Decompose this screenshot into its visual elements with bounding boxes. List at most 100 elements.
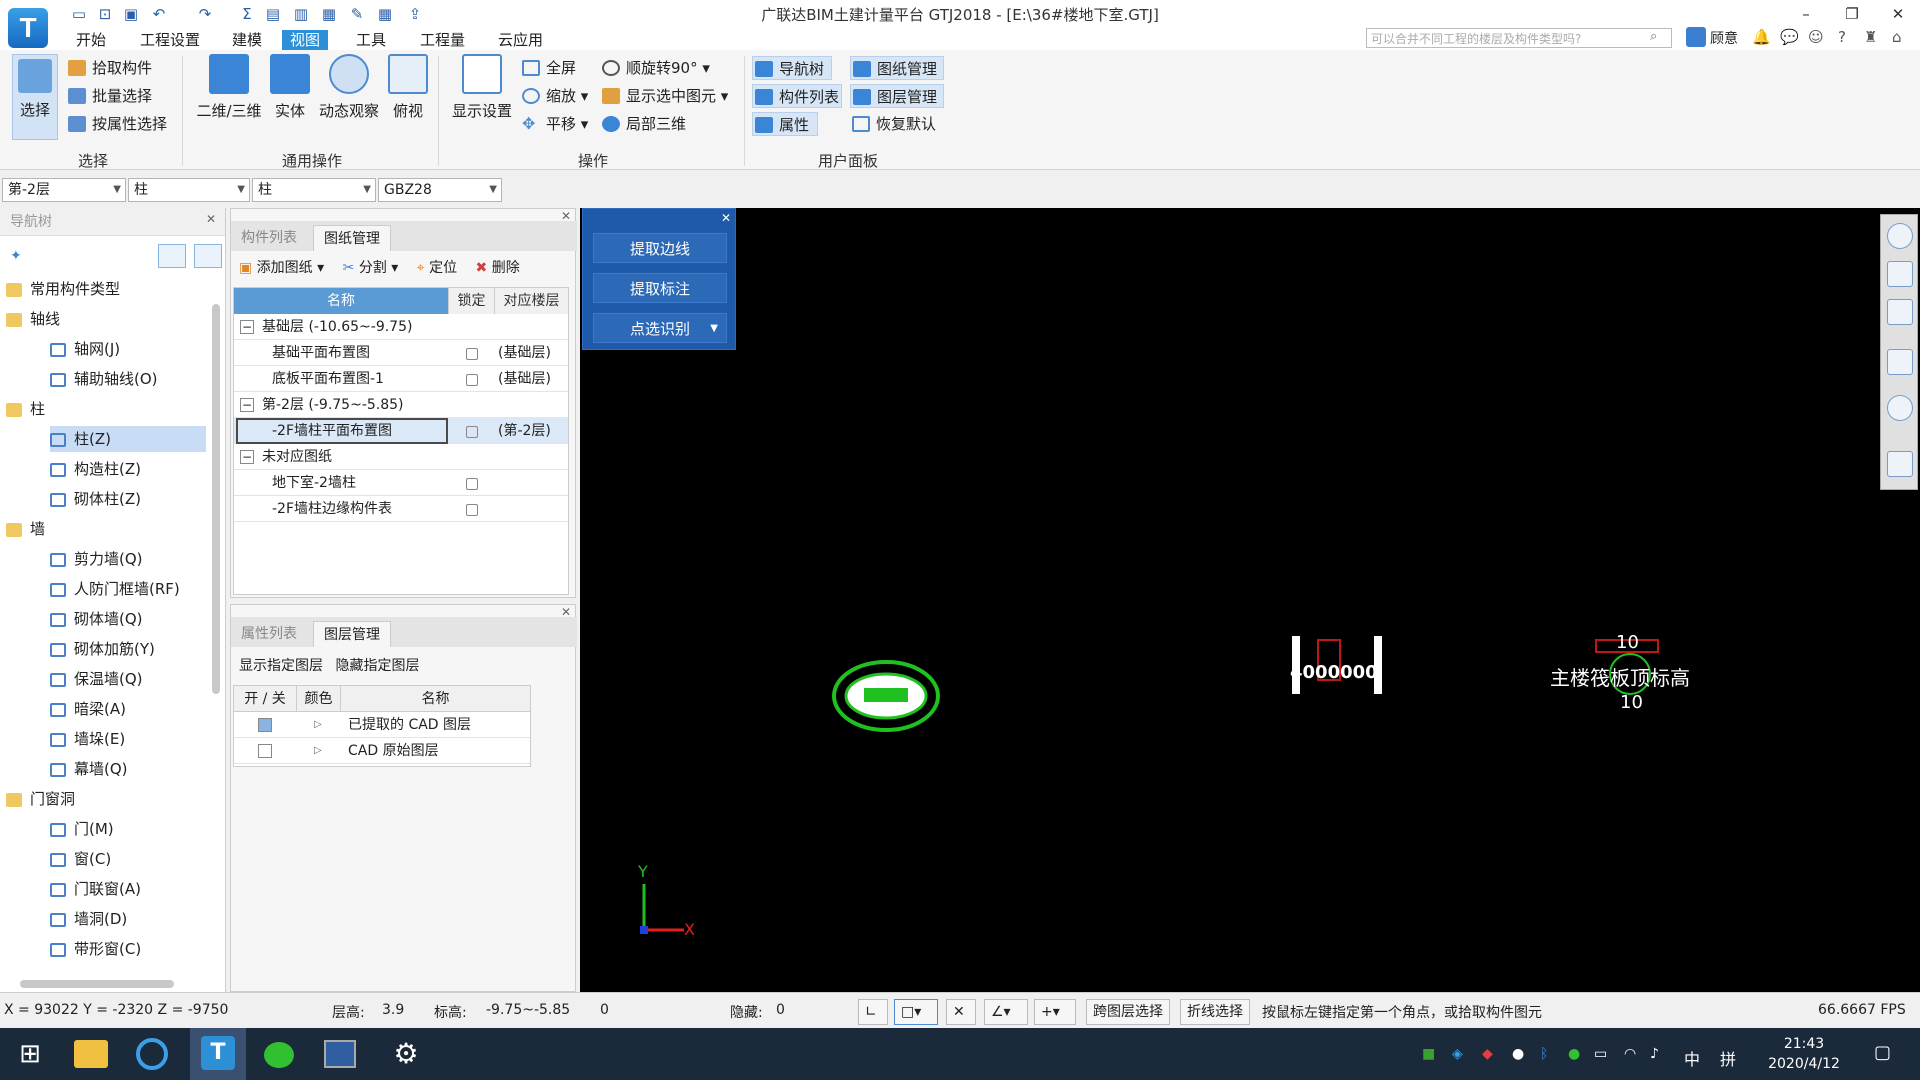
- shirt-icon[interactable]: ♜: [1864, 28, 1877, 46]
- tree-item[interactable]: 常用构件类型: [6, 276, 120, 302]
- tree-item[interactable]: 带形窗(C): [50, 936, 141, 962]
- lock-icon[interactable]: [466, 426, 478, 438]
- box-icon[interactable]: [1887, 349, 1913, 375]
- point-recognize-button[interactable]: 点选识别 ▼: [593, 313, 727, 343]
- list-view-icon[interactable]: [158, 244, 186, 268]
- search-input[interactable]: 可以合并不同工程的楼层及构件类型吗?: [1366, 28, 1672, 48]
- top-view-button[interactable]: 俯视: [388, 54, 428, 134]
- tree-item[interactable]: 轴线: [6, 306, 60, 332]
- gear-icon[interactable]: ⚙: [386, 1034, 426, 1074]
- table-row[interactable]: − 基础层 (-10.65~-9.75): [234, 314, 568, 340]
- collapse-icon[interactable]: −: [240, 450, 254, 464]
- security-icon[interactable]: ◆: [1482, 1046, 1493, 1062]
- properties-toggle[interactable]: 属性: [752, 112, 818, 136]
- restore-button[interactable]: ❐: [1832, 0, 1872, 30]
- show-layer-button[interactable]: 显示指定图层: [239, 658, 323, 674]
- menu-project-settings[interactable]: 工程设置: [132, 30, 208, 50]
- file-explorer-icon[interactable]: [74, 1040, 108, 1068]
- nav-hscrollbar[interactable]: [20, 980, 174, 988]
- pick-component-button[interactable]: 拾取构件: [66, 56, 152, 80]
- nav-scrollbar[interactable]: [212, 304, 220, 694]
- show-selected-button[interactable]: 显示选中图元 ▾: [600, 84, 728, 108]
- cube-icon[interactable]: [1887, 299, 1913, 325]
- undo-icon[interactable]: ↶: [148, 3, 170, 25]
- cad-viewer-icon[interactable]: [324, 1040, 356, 1068]
- avatar[interactable]: [1686, 27, 1706, 47]
- solid-button[interactable]: 实体: [270, 54, 310, 134]
- extract-label-button[interactable]: 提取标注: [593, 273, 727, 303]
- browser-icon[interactable]: [136, 1038, 168, 1070]
- home-icon[interactable]: ⌂: [1892, 28, 1902, 46]
- hide-layer-button[interactable]: 隐藏指定图层: [335, 658, 419, 674]
- wechat-tray-icon[interactable]: ●: [1568, 1046, 1580, 1062]
- rotate-90-button[interactable]: 顺旋转90° ▾: [600, 56, 710, 80]
- tree-item[interactable]: 柱: [6, 396, 45, 422]
- 2d-3d-button[interactable]: 二维/三维: [194, 54, 264, 134]
- menu-view[interactable]: 视图: [282, 30, 329, 50]
- redo-icon[interactable]: ↷: [194, 3, 216, 25]
- panel-icon[interactable]: [1887, 451, 1913, 477]
- windows-start-icon[interactable]: ⊞: [10, 1034, 50, 1074]
- floor-select[interactable]: 第-2层 ▼: [2, 178, 126, 202]
- locate-button[interactable]: ⌖ 定位: [417, 260, 457, 276]
- sum-icon[interactable]: Σ: [236, 3, 258, 25]
- lock-icon[interactable]: [466, 504, 478, 516]
- close-icon[interactable]: ✕: [206, 212, 216, 226]
- tab-drawing-management[interactable]: 图纸管理: [313, 225, 391, 251]
- snap-icon[interactable]: □▾: [894, 999, 938, 1025]
- orbit-button[interactable]: 动态观察: [318, 54, 380, 134]
- pan-button[interactable]: ✥ 平移 ▾: [520, 112, 588, 136]
- fullscreen-button[interactable]: 全屏: [520, 56, 576, 80]
- report-icon[interactable]: ▤: [262, 3, 284, 25]
- expand-arrow-icon[interactable]: ▷: [314, 738, 322, 764]
- tree-item[interactable]: 构造柱(Z): [50, 456, 141, 482]
- close-button[interactable]: ✕: [1878, 0, 1918, 30]
- nav-tree-toggle[interactable]: 导航树: [752, 56, 832, 80]
- orbit-icon[interactable]: [1887, 223, 1913, 249]
- tab-component-list[interactable]: 构件列表: [231, 225, 307, 251]
- delete-button[interactable]: ✖ 删除: [476, 260, 520, 276]
- layer-toggle-checkbox[interactable]: [258, 744, 272, 758]
- save-icon[interactable]: ▣: [120, 3, 142, 25]
- dimension-icon[interactable]: +▾: [1034, 999, 1076, 1025]
- display-settings-button[interactable]: 显示设置: [450, 54, 514, 134]
- component-name-select[interactable]: GBZ28 ▼: [378, 178, 502, 202]
- support-icon[interactable]: ☺: [1808, 28, 1824, 46]
- app-logo-icon[interactable]: T: [8, 8, 48, 48]
- menu-cloud[interactable]: 云应用: [490, 30, 551, 50]
- search-icon[interactable]: ⌕: [1650, 29, 1657, 44]
- wifi-icon[interactable]: ◠: [1624, 1046, 1636, 1062]
- tree-item[interactable]: 暗梁(A): [50, 696, 126, 722]
- close-icon[interactable]: ✕: [721, 211, 731, 225]
- rotate-icon[interactable]: [1887, 395, 1913, 421]
- tree-item[interactable]: 幕墙(Q): [50, 756, 128, 782]
- shield-icon[interactable]: ◈: [1452, 1046, 1463, 1062]
- tree-item[interactable]: 保温墙(Q): [50, 666, 143, 692]
- component-type-select[interactable]: 柱 ▼: [128, 178, 250, 202]
- tree-item[interactable]: 门窗洞: [6, 786, 75, 812]
- qq-icon[interactable]: ●: [1512, 1046, 1524, 1062]
- attr-select-button[interactable]: 按属性选择: [66, 112, 167, 136]
- drawing-management-toggle[interactable]: 图纸管理: [850, 56, 944, 80]
- grid-icon[interactable]: ▦: [374, 3, 396, 25]
- extract-edge-button[interactable]: 提取边线: [593, 233, 727, 263]
- table-row[interactable]: 地下室-2墙柱: [234, 470, 568, 496]
- help-icon[interactable]: ?: [1838, 28, 1846, 46]
- cross-icon[interactable]: ✕: [946, 999, 976, 1025]
- expand-arrow-icon[interactable]: ▷: [314, 712, 322, 738]
- tree-item[interactable]: 剪力墙(Q): [50, 546, 143, 572]
- layer-toggle-checkbox[interactable]: [258, 718, 272, 732]
- print-icon[interactable]: ▦: [318, 3, 340, 25]
- cad-canvas[interactable]: 4000000 主楼筏板顶标高 10 10 Y X: [580, 208, 1920, 992]
- clock[interactable]: 21:43 2020/4/12: [1764, 1034, 1844, 1074]
- batch-select-button[interactable]: 批量选择: [66, 84, 152, 108]
- select-button[interactable]: 选择: [12, 54, 58, 140]
- local-3d-button[interactable]: 局部三维: [600, 112, 686, 136]
- table-row[interactable]: ▷ CAD 原始图层: [234, 738, 530, 764]
- lock-icon[interactable]: [466, 374, 478, 386]
- table-row[interactable]: ▷ 已提取的 CAD 图层: [234, 712, 530, 738]
- chat-icon[interactable]: 💬: [1780, 28, 1799, 46]
- cross-layer-select-button[interactable]: 跨图层选择: [1086, 999, 1170, 1025]
- tree-item[interactable]: 砌体加筋(Y): [50, 636, 155, 662]
- tree-item[interactable]: 墙洞(D): [50, 906, 127, 932]
